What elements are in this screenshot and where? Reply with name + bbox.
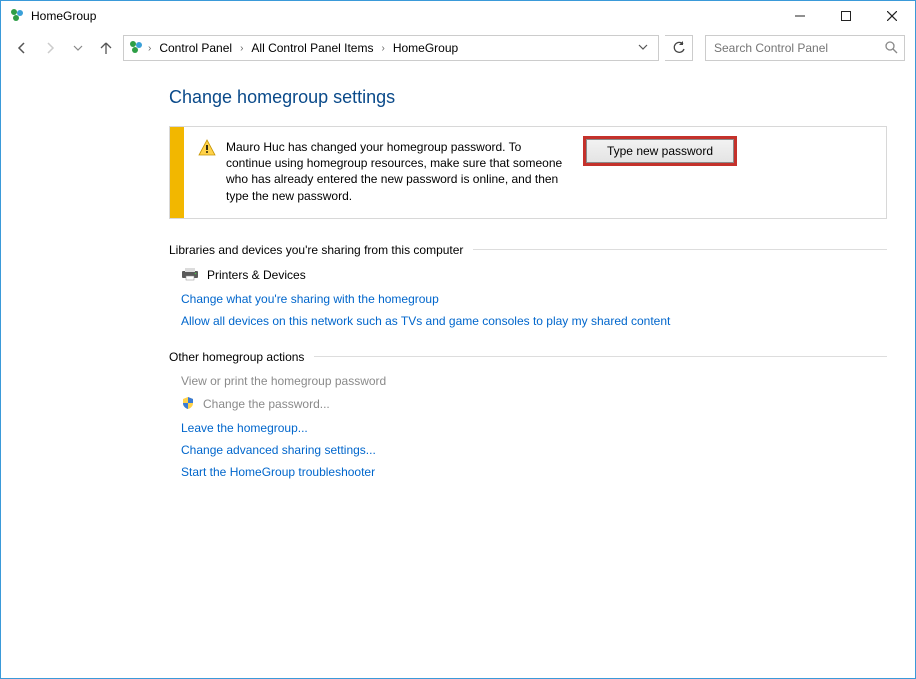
troubleshooter-link[interactable]: Start the HomeGroup troubleshooter xyxy=(169,461,887,483)
leave-homegroup-link[interactable]: Leave the homegroup... xyxy=(169,417,887,439)
breadcrumb-label: Control Panel xyxy=(159,41,232,55)
address-dropdown[interactable] xyxy=(632,41,654,55)
allow-devices-link[interactable]: Allow all devices on this network such a… xyxy=(169,310,887,332)
chevron-right-icon[interactable]: › xyxy=(379,43,386,54)
minimize-button[interactable] xyxy=(777,1,823,31)
chevron-right-icon[interactable]: › xyxy=(146,43,153,54)
notice-panel: Mauro Huc has changed your homegroup pas… xyxy=(169,126,887,219)
window-title: HomeGroup xyxy=(31,9,96,23)
change-password-label: Change the password... xyxy=(203,397,330,411)
other-actions-header: Other homegroup actions xyxy=(169,350,887,364)
search-input[interactable] xyxy=(712,40,884,56)
recent-dropdown[interactable] xyxy=(67,37,89,59)
breadcrumb-label: HomeGroup xyxy=(393,41,458,55)
refresh-button[interactable] xyxy=(665,35,693,61)
printers-devices-label: Printers & Devices xyxy=(207,268,306,282)
back-button[interactable] xyxy=(11,37,33,59)
content-area: Change homegroup settings Mauro Huc has … xyxy=(1,65,915,483)
advanced-sharing-link[interactable]: Change advanced sharing settings... xyxy=(169,439,887,461)
page-title: Change homegroup settings xyxy=(169,87,887,108)
forward-button[interactable] xyxy=(39,37,61,59)
notice-accent xyxy=(170,127,184,218)
section-title: Other homegroup actions xyxy=(169,350,304,364)
view-password-disabled: View or print the homegroup password xyxy=(169,370,887,392)
breadcrumb-label: All Control Panel Items xyxy=(251,41,373,55)
homegroup-icon xyxy=(128,39,144,58)
homegroup-icon xyxy=(9,7,25,26)
maximize-button[interactable] xyxy=(823,1,869,31)
warning-icon xyxy=(198,139,216,204)
sharing-section-header: Libraries and devices you're sharing fro… xyxy=(169,243,887,257)
title-bar: HomeGroup xyxy=(1,1,915,31)
change-sharing-link[interactable]: Change what you're sharing with the home… xyxy=(169,288,887,310)
printer-icon xyxy=(181,267,199,284)
section-title: Libraries and devices you're sharing fro… xyxy=(169,243,463,257)
printers-devices-row: Printers & Devices xyxy=(169,263,887,288)
close-button[interactable] xyxy=(869,1,915,31)
type-new-password-button[interactable]: Type new password xyxy=(586,139,734,163)
search-icon[interactable] xyxy=(884,40,898,57)
change-password-disabled: Change the password... xyxy=(169,392,887,417)
shield-icon xyxy=(181,396,195,413)
breadcrumb-item-control-panel[interactable]: Control Panel xyxy=(155,36,236,60)
up-button[interactable] xyxy=(95,37,117,59)
address-bar[interactable]: › Control Panel › All Control Panel Item… xyxy=(123,35,659,61)
breadcrumb-item-homegroup[interactable]: HomeGroup xyxy=(389,36,462,60)
breadcrumb-item-all-items[interactable]: All Control Panel Items xyxy=(247,36,377,60)
search-box[interactable] xyxy=(705,35,905,61)
chevron-right-icon[interactable]: › xyxy=(238,43,245,54)
nav-row: › Control Panel › All Control Panel Item… xyxy=(1,31,915,65)
notice-text: Mauro Huc has changed your homegroup pas… xyxy=(226,139,566,204)
